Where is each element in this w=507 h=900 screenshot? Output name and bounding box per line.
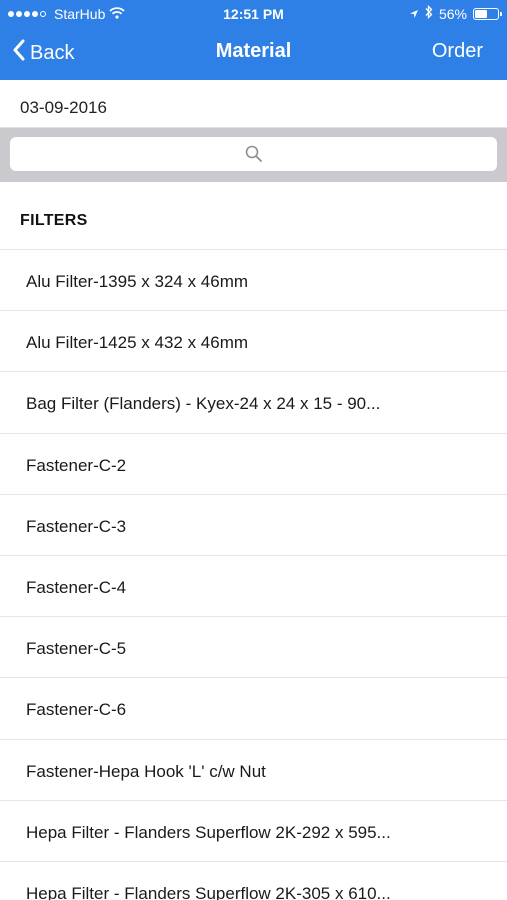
list-item[interactable]: Fastener-C-4 xyxy=(0,555,507,618)
search-icon xyxy=(244,144,264,169)
status-bar: StarHub 12:51 PM 56% xyxy=(0,0,507,28)
list-item[interactable]: Alu Filter-1425 x 432 x 46mm xyxy=(0,311,507,373)
bluetooth-icon xyxy=(425,4,433,22)
list-item[interactable]: Alu Filter-1395 x 324 x 46mm xyxy=(0,250,507,312)
list-item[interactable]: Fastener-C-3 xyxy=(0,494,507,556)
date-label: 03-09-2016 xyxy=(20,98,107,117)
list-item[interactable]: Fastener-Hepa Hook 'L' c/w Nut xyxy=(0,739,507,801)
order-button[interactable]: Order xyxy=(432,40,483,63)
status-right: 56% xyxy=(409,4,502,22)
list-item[interactable]: Hepa Filter - Flanders Superflow 2K-305 … xyxy=(0,861,507,900)
app-screen: StarHub 12:51 PM 56% Back Material Order… xyxy=(0,0,507,900)
list-item-label: Alu Filter-1395 x 324 x 46mm xyxy=(26,272,249,291)
list-item[interactable]: Fastener-C-5 xyxy=(0,617,507,679)
date-row: 03-09-2016 xyxy=(0,80,507,128)
section-header: FILTERS xyxy=(0,182,507,250)
list-item-label: Alu Filter-1425 x 432 x 46mm xyxy=(26,333,249,353)
list-item[interactable]: Bag Filter (Flanders) - Kyex-24 x 24 x 1… xyxy=(0,372,507,434)
list-item-label: Fastener-C-3 xyxy=(26,516,127,536)
list-item-label: Hepa Filter - Flanders Superflow 2K-292 … xyxy=(26,822,391,842)
location-arrow-icon xyxy=(409,6,419,22)
battery-level xyxy=(475,9,487,18)
battery-icon xyxy=(473,7,502,20)
material-list: Alu Filter-1395 x 324 x 46mm Alu Filter-… xyxy=(0,250,507,900)
list-item-label: Fastener-Hepa Hook 'L' c/w Nut xyxy=(26,761,266,781)
list-item[interactable]: Fastener-C-2 xyxy=(0,433,507,495)
top-bar: StarHub 12:51 PM 56% Back Material Order xyxy=(0,0,507,80)
list-item-label: Fastener-C-5 xyxy=(26,639,127,659)
list-item-label: Fastener-C-2 xyxy=(26,455,127,475)
battery-percent: 56% xyxy=(438,5,467,22)
list-item-label: Hepa Filter - Flanders Superflow 2K-305 … xyxy=(26,883,391,900)
navigation-bar: Back Material Order xyxy=(0,28,507,80)
list-item-label: Bag Filter (Flanders) - Kyex-24 x 24 x 1… xyxy=(26,394,381,414)
list-item-label: Fastener-C-4 xyxy=(26,577,127,597)
list-item[interactable]: Hepa Filter - Flanders Superflow 2K-292 … xyxy=(0,800,507,862)
list-item[interactable]: Fastener-C-6 xyxy=(0,678,507,740)
search-input[interactable] xyxy=(10,137,497,171)
section-title: FILTERS xyxy=(20,212,88,229)
list-item-label: Fastener-C-6 xyxy=(26,700,127,720)
search-bar xyxy=(0,128,507,182)
